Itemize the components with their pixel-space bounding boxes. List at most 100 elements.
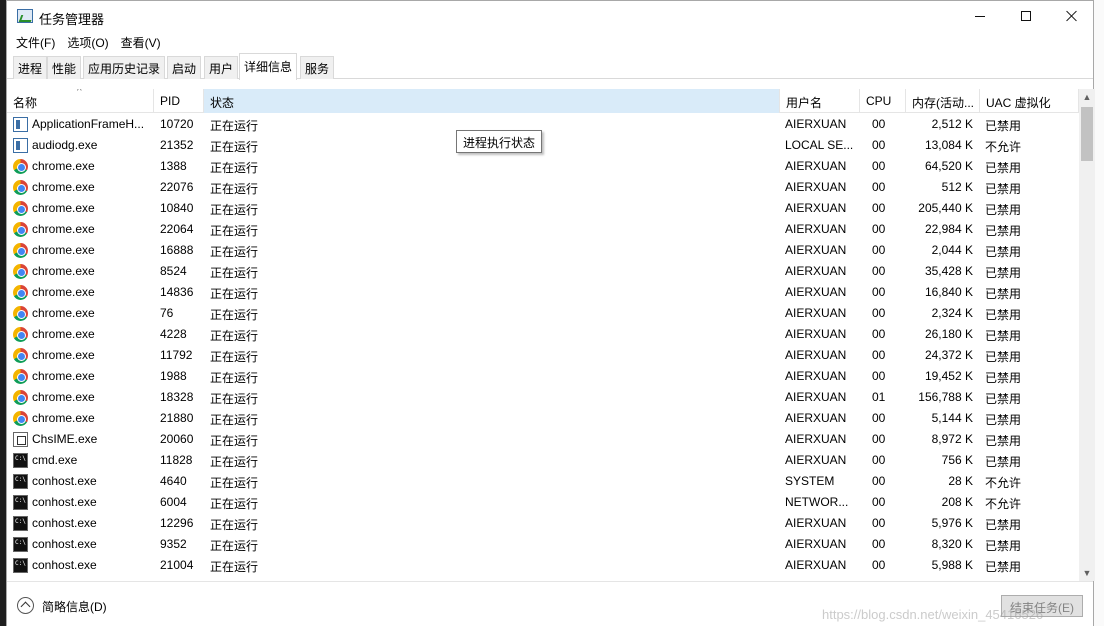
process-status: 正在运行 <box>210 203 259 217</box>
process-memory: 5,144 K <box>931 411 973 425</box>
process-cpu: 00 <box>872 516 886 530</box>
tab-app-history[interactable]: 应用历史记录 <box>83 56 166 79</box>
table-row[interactable]: audiodg.exe 21352 正在运行 LOCAL SE... 00 13,084 … <box>7 135 1079 156</box>
scroll-up-icon[interactable]: ▲ <box>1079 89 1095 105</box>
process-pid: 21880 <box>160 411 194 425</box>
column-header-user[interactable]: 用户名 <box>780 89 860 113</box>
process-uac: 已禁用 <box>985 119 1022 133</box>
fewer-details-link[interactable]: 简略信息(D) <box>42 598 107 615</box>
process-uac: 已禁用 <box>985 203 1022 217</box>
process-user: SYSTEM <box>785 474 835 488</box>
table-row[interactable]: conhost.exe 9352 正在运行 AIERXUAN 00 8,320 K 已禁用 <box>7 534 1079 555</box>
close-button[interactable] <box>1049 1 1095 31</box>
minimize-icon <box>975 15 985 17</box>
process-status: 正在运行 <box>210 518 259 532</box>
process-status: 正在运行 <box>210 539 259 553</box>
process-user: AIERXUAN <box>785 432 847 446</box>
collapse-chevron-icon[interactable] <box>17 597 34 614</box>
process-cpu: 00 <box>872 306 886 320</box>
table-row[interactable]: chrome.exe 22064 正在运行 AIERXUAN 00 22,984 K 已禁用 <box>7 219 1079 240</box>
scroll-down-icon[interactable]: ▼ <box>1079 565 1095 581</box>
table-row[interactable]: cmd.exe 11828 正在运行 AIERXUAN 00 756 K 已禁用 <box>7 450 1079 471</box>
process-name-label: chrome.exe <box>32 243 95 257</box>
tab-users[interactable]: 用户 <box>204 56 239 79</box>
column-header-uac[interactable]: UAC 虚拟化 <box>980 89 1079 113</box>
process-cpu: 00 <box>872 138 886 152</box>
column-header-cpu[interactable]: CPU <box>860 89 906 113</box>
process-status: 正在运行 <box>210 350 259 364</box>
column-header-name[interactable]: ^ 名称 <box>7 89 154 113</box>
vertical-scrollbar[interactable]: ▲ ▼ <box>1079 89 1095 581</box>
process-cpu: 00 <box>872 201 886 215</box>
process-name-label: chrome.exe <box>32 306 95 320</box>
cmd-icon <box>13 537 28 552</box>
process-cpu: 00 <box>872 222 886 236</box>
table-row[interactable]: conhost.exe 4640 正在运行 SYSTEM 00 28 K 不允许 <box>7 471 1079 492</box>
menu-file[interactable]: 文件(F) <box>10 31 61 53</box>
table-row[interactable]: chrome.exe 4228 正在运行 AIERXUAN 00 26,180 K 已禁用 <box>7 324 1079 345</box>
table-row[interactable]: conhost.exe 21004 正在运行 AIERXUAN 00 5,988 K 已禁用 <box>7 555 1079 576</box>
table-row[interactable]: chrome.exe 14836 正在运行 AIERXUAN 00 16,840 K 已禁用 <box>7 282 1079 303</box>
chrome-icon <box>13 264 28 279</box>
tab-startup[interactable]: 启动 <box>167 56 202 79</box>
task-manager-window: 任务管理器 文件(F) 选项(O) 查看(V) 进程 性能 应用历史记录 启动 … <box>6 0 1095 626</box>
tab-details[interactable]: 详细信息 <box>239 53 298 80</box>
process-uac: 已禁用 <box>985 434 1022 448</box>
process-uac: 已禁用 <box>985 224 1022 238</box>
table-row[interactable]: conhost.exe 12296 正在运行 AIERXUAN 00 5,976 K 已禁用 <box>7 513 1079 534</box>
table-row[interactable]: chrome.exe 18328 正在运行 AIERXUAN 01 156,788 K 已禁… <box>7 387 1079 408</box>
menu-view[interactable]: 查看(V) <box>115 31 167 53</box>
table-row[interactable]: chrome.exe 21880 正在运行 AIERXUAN 00 5,144 K 已禁用 <box>7 408 1079 429</box>
app-frame-icon <box>13 117 28 132</box>
table-row[interactable]: chrome.exe 16888 正在运行 AIERXUAN 00 2,044 K 已禁用 <box>7 240 1079 261</box>
process-user: AIERXUAN <box>785 201 847 215</box>
table-row[interactable]: chrome.exe 1988 正在运行 AIERXUAN 00 19,452 K 已禁用 <box>7 366 1079 387</box>
table-row[interactable]: chrome.exe 10840 正在运行 AIERXUAN 00 205,440 K 已禁… <box>7 198 1079 219</box>
process-memory: 156,788 K <box>918 390 973 404</box>
chrome-icon <box>13 201 28 216</box>
process-uac: 不允许 <box>985 140 1022 154</box>
process-uac: 已禁用 <box>985 392 1022 406</box>
process-cpu: 00 <box>872 264 886 278</box>
column-header-status[interactable]: 状态 <box>204 89 780 113</box>
process-uac: 已禁用 <box>985 266 1022 280</box>
table-row[interactable]: conhost.exe 6004 正在运行 NETWOR... 00 208 K 不允许 <box>7 492 1079 513</box>
process-cpu: 00 <box>872 243 886 257</box>
process-memory: 208 K <box>941 495 973 509</box>
tab-performance[interactable]: 性能 <box>47 56 82 79</box>
column-header-pid[interactable]: PID <box>154 89 204 113</box>
table-row[interactable]: chrome.exe 76 正在运行 AIERXUAN 00 2,324 K 已禁用 <box>7 303 1079 324</box>
table-row[interactable]: ApplicationFrameH... 10720 正在运行 AIERXUAN 00 2… <box>7 114 1079 135</box>
process-uac: 已禁用 <box>985 350 1022 364</box>
process-memory: 8,972 K <box>931 432 973 446</box>
process-name-label: conhost.exe <box>32 516 97 530</box>
table-row[interactable]: chrome.exe 22076 正在运行 AIERXUAN 00 512 K 已禁用 <box>7 177 1079 198</box>
process-user: AIERXUAN <box>785 285 847 299</box>
process-pid: 12296 <box>160 516 194 530</box>
process-cpu: 00 <box>872 432 886 446</box>
app-frame-icon <box>13 138 28 153</box>
column-header-memory[interactable]: 内存(活动... <box>906 89 980 113</box>
menu-options[interactable]: 选项(O) <box>61 31 114 53</box>
process-uac: 已禁用 <box>985 560 1022 574</box>
process-name-label: chrome.exe <box>32 180 95 194</box>
process-uac: 已禁用 <box>985 371 1022 385</box>
process-uac: 已禁用 <box>985 308 1022 322</box>
table-row[interactable]: chrome.exe 8524 正在运行 AIERXUAN 00 35,428 K 已禁用 <box>7 261 1079 282</box>
watermark-text: https://blog.csdn.net/weixin_45416526 <box>822 607 1044 622</box>
tab-processes[interactable]: 进程 <box>13 56 48 79</box>
process-uac: 已禁用 <box>985 287 1022 301</box>
title-bar[interactable]: 任务管理器 <box>7 1 1093 31</box>
table-row[interactable]: chrome.exe 1388 正在运行 AIERXUAN 00 64,520 K 已禁用 <box>7 156 1079 177</box>
process-user: AIERXUAN <box>785 159 847 173</box>
maximize-button[interactable] <box>1003 1 1049 31</box>
process-name-label: chrome.exe <box>32 222 95 236</box>
table-row[interactable]: ChsIME.exe 20060 正在运行 AIERXUAN 00 8,972 K 已禁用 <box>7 429 1079 450</box>
tab-services[interactable]: 服务 <box>300 56 335 79</box>
process-status: 正在运行 <box>210 455 259 469</box>
table-row[interactable]: chrome.exe 11792 正在运行 AIERXUAN 00 24,372 K 已禁用 <box>7 345 1079 366</box>
process-cpu: 00 <box>872 537 886 551</box>
scroll-thumb[interactable] <box>1081 107 1093 161</box>
sort-ascending-icon: ^ <box>77 89 82 97</box>
minimize-button[interactable] <box>957 1 1003 31</box>
